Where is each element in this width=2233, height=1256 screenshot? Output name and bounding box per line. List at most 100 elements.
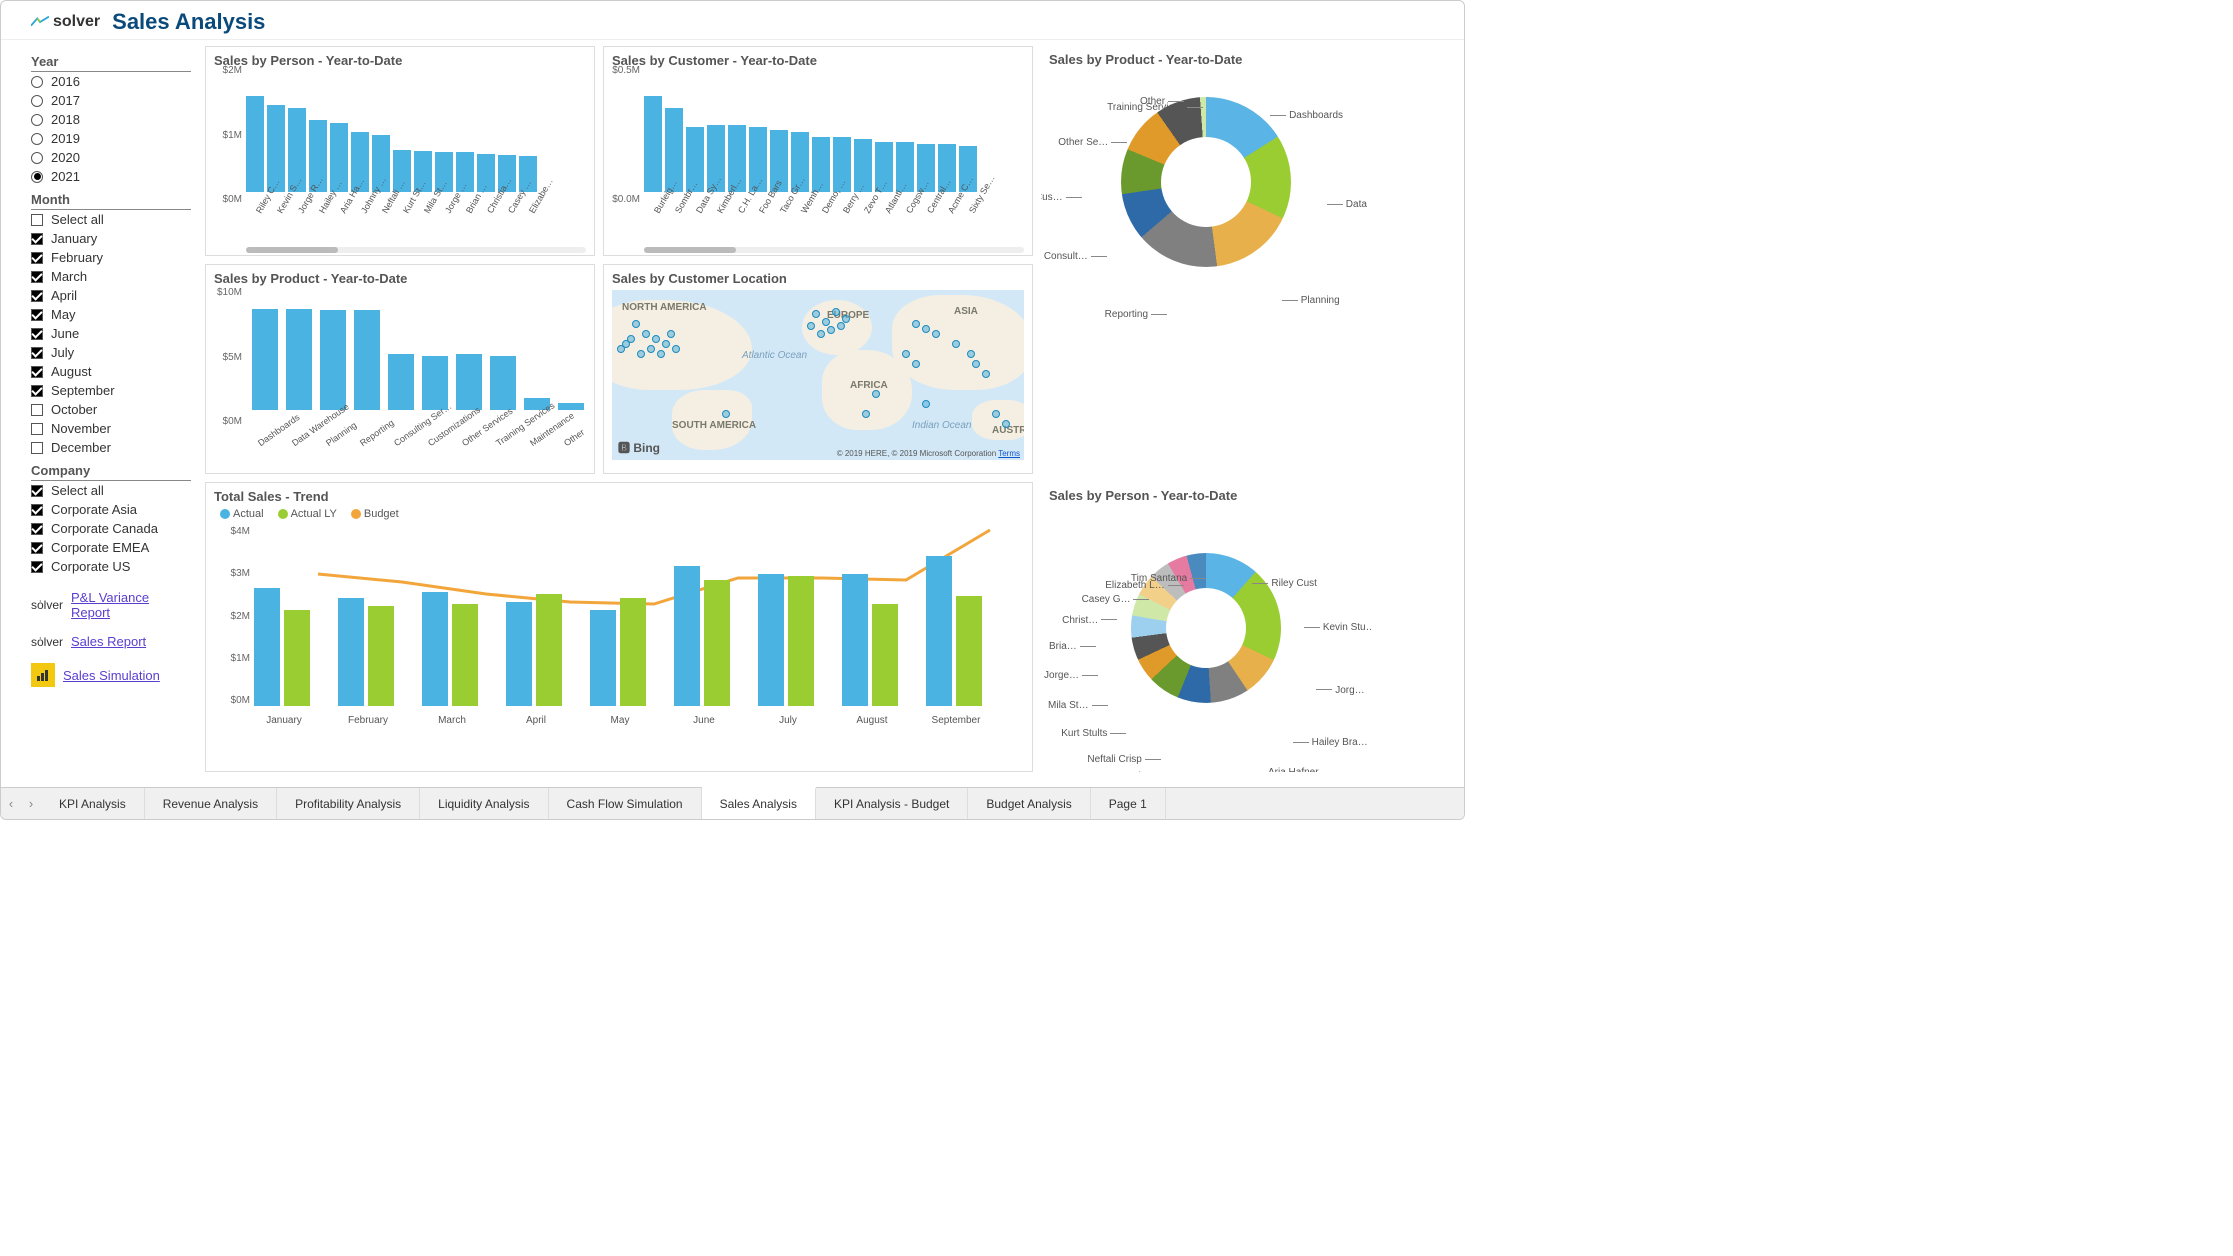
map-point[interactable] (992, 410, 1000, 418)
report-link[interactable]: P&L Variance Report (71, 590, 191, 620)
bar[interactable] (252, 309, 278, 410)
year-option-2016[interactable]: 2016 (31, 72, 191, 91)
map[interactable]: NORTH AMERICA EUROPE ASIA AFRICA SOUTH A… (612, 290, 1024, 460)
bar-actual[interactable] (338, 598, 364, 706)
map-point[interactable] (642, 330, 650, 338)
bar-actual-ly[interactable] (788, 576, 814, 706)
map-point[interactable] (922, 325, 930, 333)
company-option[interactable]: Corporate Canada (31, 519, 191, 538)
bar-actual[interactable] (842, 574, 868, 706)
bar[interactable] (320, 310, 346, 410)
map-point[interactable] (972, 360, 980, 368)
map-point[interactable] (902, 350, 910, 358)
scrollbar[interactable] (644, 247, 1024, 253)
sheet-tab[interactable]: Cash Flow Simulation (549, 788, 702, 820)
bar[interactable] (388, 354, 414, 410)
bar[interactable] (558, 403, 584, 410)
map-point[interactable] (832, 308, 840, 316)
month-option[interactable]: February (31, 248, 191, 267)
bar-actual[interactable] (590, 610, 616, 706)
map-point[interactable] (657, 350, 665, 358)
map-point[interactable] (652, 335, 660, 343)
bar-actual[interactable] (758, 574, 784, 706)
map-point[interactable] (672, 345, 680, 353)
bar-actual-ly[interactable] (620, 598, 646, 706)
map-point[interactable] (617, 345, 625, 353)
map-point[interactable] (932, 330, 940, 338)
year-option-2020[interactable]: 2020 (31, 148, 191, 167)
map-point[interactable] (952, 340, 960, 348)
bar-actual[interactable] (926, 556, 952, 706)
month-option[interactable]: September (31, 381, 191, 400)
bar-actual[interactable] (674, 566, 700, 706)
map-point[interactable] (922, 400, 930, 408)
map-point[interactable] (982, 370, 990, 378)
sheet-tab[interactable]: Page 1 (1091, 788, 1166, 820)
month-option[interactable]: November (31, 419, 191, 438)
bar-actual-ly[interactable] (872, 604, 898, 706)
month-select-all[interactable]: Select all (31, 210, 191, 229)
company-option[interactable]: Corporate US (31, 557, 191, 576)
terms-link[interactable]: Terms (998, 449, 1020, 458)
tab-prev-icon[interactable]: ‹ (1, 796, 21, 811)
month-option[interactable]: June (31, 324, 191, 343)
bar[interactable] (490, 356, 516, 410)
sheet-tab[interactable]: KPI Analysis (41, 788, 145, 820)
bar-actual-ly[interactable] (956, 596, 982, 706)
map-point[interactable] (1002, 420, 1010, 428)
month-option[interactable]: May (31, 305, 191, 324)
bar[interactable] (456, 354, 482, 410)
map-point[interactable] (817, 330, 825, 338)
map-point[interactable] (912, 360, 920, 368)
bar[interactable] (354, 310, 380, 410)
map-point[interactable] (912, 320, 920, 328)
month-option[interactable]: April (31, 286, 191, 305)
company-select-all[interactable]: Select all (31, 481, 191, 500)
bar-actual-ly[interactable] (536, 594, 562, 706)
map-point[interactable] (872, 390, 880, 398)
map-point[interactable] (967, 350, 975, 358)
bar[interactable] (246, 96, 264, 192)
sheet-tab[interactable]: Revenue Analysis (145, 788, 277, 820)
bar-actual-ly[interactable] (452, 604, 478, 706)
tab-next-icon[interactable]: › (21, 796, 41, 811)
map-point[interactable] (662, 340, 670, 348)
year-option-2017[interactable]: 2017 (31, 91, 191, 110)
bar-actual[interactable] (506, 602, 532, 706)
bar[interactable] (644, 96, 662, 192)
sheet-tab[interactable]: Sales Analysis (702, 787, 816, 819)
map-point[interactable] (722, 410, 730, 418)
map-point[interactable] (667, 330, 675, 338)
month-option[interactable]: October (31, 400, 191, 419)
month-option[interactable]: March (31, 267, 191, 286)
map-point[interactable] (807, 322, 815, 330)
company-option[interactable]: Corporate EMEA (31, 538, 191, 557)
month-option[interactable]: July (31, 343, 191, 362)
bar-actual[interactable] (422, 592, 448, 706)
bar-actual-ly[interactable] (284, 610, 310, 706)
map-point[interactable] (837, 322, 845, 330)
bar-actual[interactable] (254, 588, 280, 706)
sheet-tab[interactable]: Liquidity Analysis (420, 788, 548, 820)
year-option-2019[interactable]: 2019 (31, 129, 191, 148)
company-option[interactable]: Corporate Asia (31, 500, 191, 519)
map-point[interactable] (632, 320, 640, 328)
sheet-tab[interactable]: Budget Analysis (968, 788, 1090, 820)
month-option[interactable]: August (31, 362, 191, 381)
report-link[interactable]: Sales Report (71, 634, 146, 649)
bar-actual-ly[interactable] (704, 580, 730, 706)
map-point[interactable] (647, 345, 655, 353)
sheet-tab[interactable]: KPI Analysis - Budget (816, 788, 968, 820)
report-link[interactable]: Sales Simulation (63, 668, 160, 683)
map-point[interactable] (822, 318, 830, 326)
bar[interactable] (286, 309, 312, 410)
year-option-2021[interactable]: 2021 (31, 167, 191, 186)
scrollbar[interactable] (246, 247, 586, 253)
month-option[interactable]: December (31, 438, 191, 457)
month-option[interactable]: January (31, 229, 191, 248)
bar-actual-ly[interactable] (368, 606, 394, 706)
map-point[interactable] (827, 326, 835, 334)
map-point[interactable] (637, 350, 645, 358)
map-point[interactable] (812, 310, 820, 318)
sheet-tab[interactable]: Profitability Analysis (277, 788, 420, 820)
